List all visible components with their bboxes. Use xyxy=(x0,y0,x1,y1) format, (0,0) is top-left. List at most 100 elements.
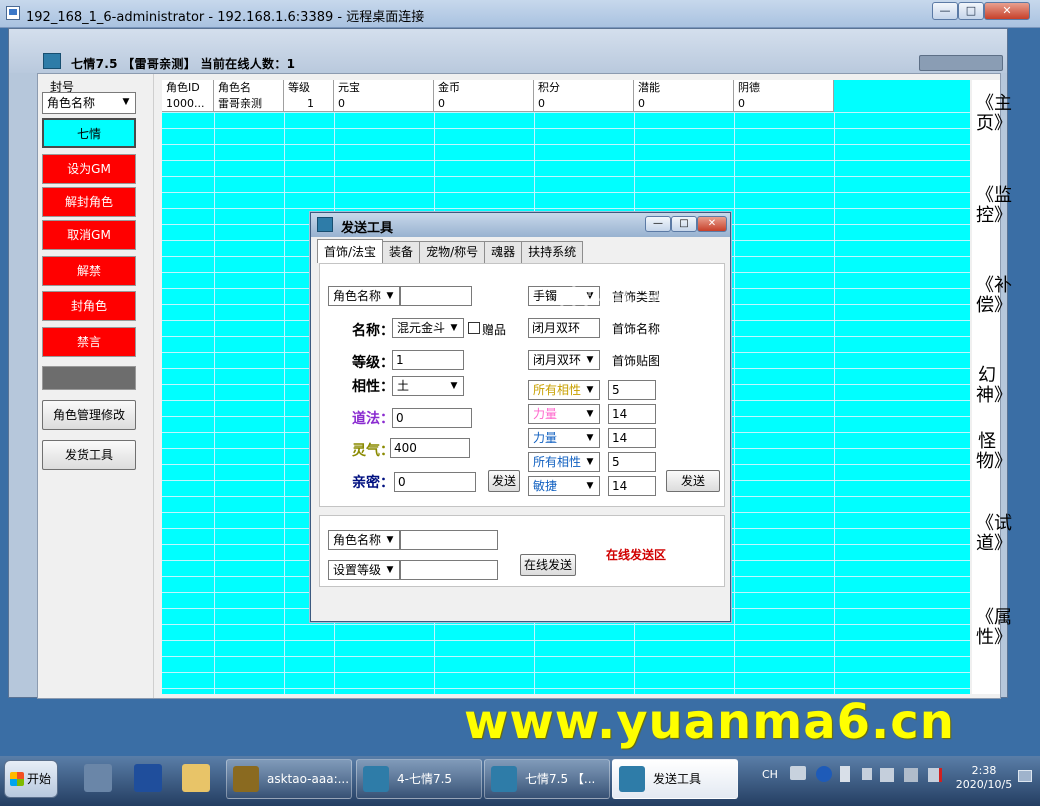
explorer-icon[interactable] xyxy=(182,764,210,792)
attr-name-value: 力量 xyxy=(533,407,558,421)
col-role-name[interactable]: 角色名 xyxy=(214,80,284,96)
col-points[interactable]: 积分 xyxy=(534,80,634,96)
cancel-gm-button[interactable]: 取消GM xyxy=(42,220,136,250)
name-label: 名称： xyxy=(352,323,394,339)
qin-label: 亲密： xyxy=(352,475,394,491)
clock[interactable]: 2:38 2020/10/5 xyxy=(952,764,1016,792)
gift-checkbox[interactable] xyxy=(468,322,480,334)
col-yuanbao[interactable]: 元宝 xyxy=(334,80,434,96)
keyboard-icon[interactable] xyxy=(790,766,806,780)
dao-input[interactable]: 0 xyxy=(392,408,472,428)
online-send-panel: 角色名称 ▼ 设置等级 ▼ 在线发送 在线发送区 xyxy=(319,515,725,587)
online-send-button[interactable]: 在线发送 xyxy=(520,554,576,576)
qin-input[interactable]: 0 xyxy=(394,472,476,492)
set-gm-button[interactable]: 设为GM xyxy=(42,154,136,184)
col-level[interactable]: 等级 xyxy=(284,80,334,96)
tab-equipment[interactable]: 装备 xyxy=(382,241,421,263)
cell-yuanbao: 0 xyxy=(334,96,434,111)
ling-input[interactable]: 400 xyxy=(390,438,470,458)
role-input[interactable] xyxy=(400,286,472,306)
dialog-logo-icon xyxy=(317,217,333,232)
tray-arrow-icon[interactable] xyxy=(840,766,850,782)
role-name-combo[interactable]: 角色名称 ▼ xyxy=(42,92,136,114)
col-gold[interactable]: 金币 xyxy=(434,80,534,96)
nav-monster[interactable]: 怪物》 xyxy=(976,432,1012,472)
start-button[interactable]: 开始 xyxy=(4,760,58,798)
nav-compensation[interactable]: 《补偿》 xyxy=(976,276,1012,316)
rdp-minimize-button[interactable]: — xyxy=(932,2,958,20)
flag-icon[interactable] xyxy=(880,768,894,782)
dialog-maximize-button[interactable]: □ xyxy=(671,216,697,232)
item-name-combo[interactable]: 混元金斗 ▼ xyxy=(392,318,464,338)
attr-name-combo[interactable]: 所有相性 ▼ xyxy=(528,380,600,400)
cell-gold: 0 xyxy=(434,96,534,111)
cell-level: 1 xyxy=(284,96,334,111)
role-select-combo[interactable]: 角色名称 ▼ xyxy=(328,286,400,306)
help-icon[interactable] xyxy=(816,766,832,782)
col-yinde[interactable]: 阴德 xyxy=(734,80,834,96)
attr-value-input[interactable]: 14 xyxy=(608,476,656,496)
game-app-icon xyxy=(233,766,259,792)
nav-shidao[interactable]: 《试道》 xyxy=(976,514,1012,554)
taskbar-item-qiqing-main[interactable]: 七情7.5 【... xyxy=(484,759,610,799)
attr-value-input[interactable]: 5 xyxy=(608,380,656,400)
nav-monitor[interactable]: 《监控》 xyxy=(976,186,1012,226)
ship-tool-button[interactable]: 发货工具 xyxy=(42,440,136,470)
taskbar-item-qiqing[interactable]: 4-七情7.5 xyxy=(356,759,482,799)
nav-huanshen[interactable]: 幻神》 xyxy=(976,366,1012,406)
online-role-combo[interactable]: 角色名称 ▼ xyxy=(328,530,400,550)
tab-soul[interactable]: 魂器 xyxy=(484,241,523,263)
app-window-controls[interactable] xyxy=(919,55,1003,71)
attr-name-combo[interactable]: 所有相性 ▼ xyxy=(528,452,600,472)
dialog-close-button[interactable]: ✕ xyxy=(697,216,727,232)
attr-name-combo[interactable]: 力量 ▼ xyxy=(528,404,600,424)
taskbar-item-send-tool[interactable]: 发送工具 xyxy=(612,759,738,799)
attr-value-input[interactable]: 5 xyxy=(608,452,656,472)
jewel-img-label: 首饰贴图 xyxy=(612,354,661,368)
rdp-close-button[interactable]: ✕ xyxy=(984,2,1030,20)
table-row[interactable]: 1000... 雷哥亲测 1 0 0 0 0 0 xyxy=(162,96,834,112)
volume-muted-icon[interactable] xyxy=(928,768,942,782)
tab-support[interactable]: 扶持系统 xyxy=(521,241,584,263)
chevron-up-icon[interactable] xyxy=(862,768,872,780)
nav-home[interactable]: 《主页》 xyxy=(976,94,1012,134)
nav-attribute[interactable]: 《属性》 xyxy=(976,608,1012,648)
show-desktop-button[interactable] xyxy=(1018,770,1032,782)
server-manager-icon[interactable] xyxy=(84,764,112,792)
attr-name-value: 所有相性 xyxy=(533,383,582,397)
taskbar-item-asktao[interactable]: asktao-aaa:... xyxy=(226,759,352,799)
attr-name-value: 敏捷 xyxy=(533,479,558,493)
col-potential[interactable]: 潜能 xyxy=(634,80,734,96)
tab-pet-title[interactable]: 宠物/称号 xyxy=(419,241,486,263)
grid-vline xyxy=(834,112,835,694)
role-manage-button[interactable]: 角色管理修改 xyxy=(42,400,136,430)
set-level-input[interactable] xyxy=(400,560,498,580)
rdp-maximize-button[interactable]: □ xyxy=(958,2,984,20)
powershell-icon[interactable] xyxy=(134,764,162,792)
language-indicator[interactable]: CH xyxy=(762,768,778,781)
send-attr-button[interactable]: 发送 xyxy=(666,470,720,492)
app-logo-icon xyxy=(43,53,61,69)
attr-name-combo[interactable]: 敏捷 ▼ xyxy=(528,476,600,496)
online-send-zone-label: 在线发送区 xyxy=(606,548,667,562)
tab-jewelry[interactable]: 首饰/法宝 xyxy=(317,239,384,263)
dialog-minimize-button[interactable]: — xyxy=(645,216,671,232)
attr-value-input[interactable]: 14 xyxy=(608,404,656,424)
level-input[interactable]: 1 xyxy=(392,350,464,370)
taskbar-item-label: asktao-aaa:... xyxy=(267,772,350,786)
col-role-id[interactable]: 角色ID xyxy=(162,80,214,96)
attr-value-input[interactable]: 14 xyxy=(608,428,656,448)
set-level-combo[interactable]: 设置等级 ▼ xyxy=(328,560,400,580)
online-role-value: 角色名称 xyxy=(333,533,382,547)
phase-combo[interactable]: 土 ▼ xyxy=(392,376,464,396)
online-role-input[interactable] xyxy=(400,530,498,550)
unmute-button[interactable]: 解禁 xyxy=(42,256,136,286)
qiqing-button[interactable]: 七情 xyxy=(42,118,136,148)
network-icon[interactable] xyxy=(904,768,918,782)
attr-name-combo[interactable]: 力量 ▼ xyxy=(528,428,600,448)
send-button[interactable]: 发送 xyxy=(488,470,520,492)
mute-button[interactable]: 禁言 xyxy=(42,327,136,357)
ban-role-button[interactable]: 封角色 xyxy=(42,291,136,321)
unban-role-button[interactable]: 解封角色 xyxy=(42,187,136,217)
jewel-img-combo[interactable]: 闭月双环 ▼ xyxy=(528,350,600,370)
